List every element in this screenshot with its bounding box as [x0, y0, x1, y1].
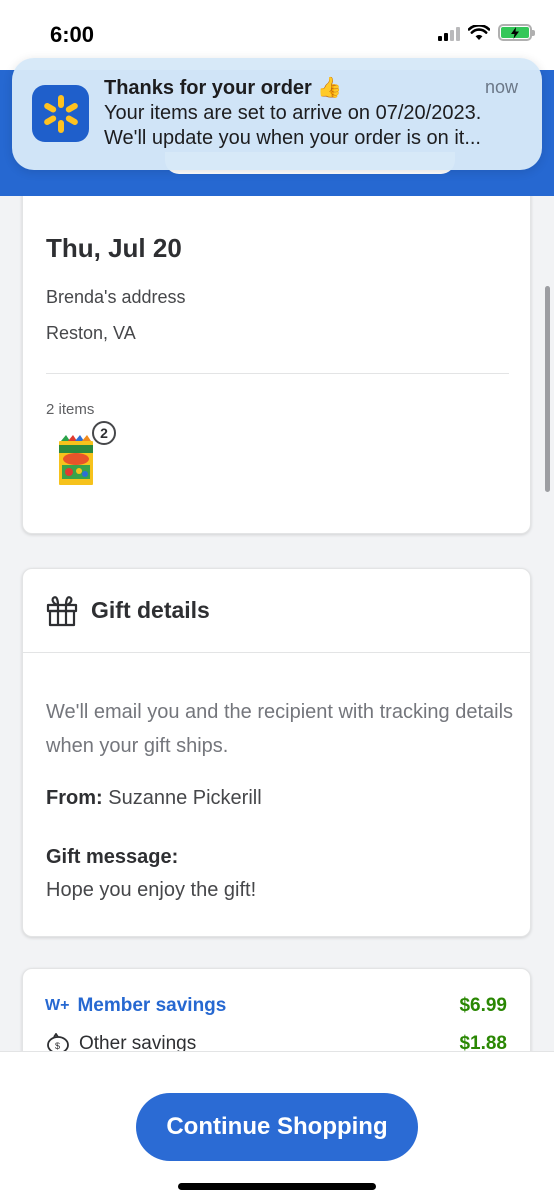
- address-name: Brenda's address: [46, 287, 186, 307]
- gift-from-name: Suzanne Pickerill: [108, 787, 262, 809]
- push-notification[interactable]: Thanks for your order 👍 now Your items a…: [12, 58, 542, 170]
- member-savings-label: Member savings: [77, 995, 227, 1016]
- notification-body-line: Your items are set to arrive on 07/20/20…: [104, 102, 482, 124]
- bottom-bar: Continue Shopping: [0, 1051, 554, 1200]
- notification-body-line: We'll update you when your order is on i…: [104, 127, 481, 149]
- notification-title: Thanks for your order 👍: [104, 77, 343, 99]
- scrollbar[interactable]: [545, 286, 550, 492]
- address-city: Reston, VA: [46, 323, 136, 343]
- gift-from-label: From:: [46, 787, 103, 809]
- delivery-date: Thu, Jul 20: [46, 233, 182, 263]
- item-quantity-badge: 2: [92, 421, 116, 445]
- other-savings-row: $ Other savings $1.88: [45, 1033, 507, 1051]
- gift-message: Hope you enjoy the gift!: [46, 879, 257, 901]
- divider: [46, 373, 509, 374]
- battery-icon: [498, 24, 535, 41]
- gift-from: From: Suzanne Pickerill: [46, 787, 262, 810]
- gift-description: We'll email you and the recipient with t…: [46, 701, 514, 757]
- piggy-bank-icon: $: [47, 1033, 69, 1051]
- continue-shopping-button[interactable]: Continue Shopping: [136, 1093, 418, 1161]
- svg-text:$: $: [55, 1041, 60, 1051]
- notification-time: now: [484, 77, 518, 97]
- walmart-spark-icon: [32, 85, 89, 142]
- gift-icon: [46, 596, 78, 627]
- home-indicator[interactable]: [178, 1183, 376, 1190]
- cellular-signal-icon: [438, 25, 460, 41]
- gift-message-label: Gift message:: [46, 846, 179, 868]
- items-count: 2 items: [46, 401, 95, 418]
- status-time: 6:00: [50, 22, 95, 47]
- other-savings-label: Other savings: [79, 1033, 197, 1051]
- order-confirmation-content[interactable]: Thu, Jul 20 Brenda's address Reston, VA …: [0, 196, 554, 1051]
- wifi-icon: [468, 24, 490, 40]
- gift-details-title: Gift details: [91, 597, 210, 623]
- crayon-box-product-image[interactable]: [57, 435, 95, 485]
- walmart-plus-icon: W+: [45, 997, 70, 1014]
- delivery-card: Thu, Jul 20 Brenda's address Reston, VA …: [22, 196, 531, 534]
- member-savings-row: W+ Member savings $6.99: [45, 995, 507, 1017]
- gift-details-header: Gift details: [23, 569, 530, 653]
- savings-card: W+ Member savings $6.99 $ Other savings …: [22, 968, 531, 1051]
- member-savings-amount: $6.99: [459, 995, 507, 1016]
- gift-details-card: Gift details We'll email you and the rec…: [22, 568, 531, 937]
- status-icons: [438, 24, 535, 41]
- other-savings-amount: $1.88: [459, 1033, 507, 1051]
- notification-body: Your items are set to arrive on 07/20/20…: [104, 101, 529, 151]
